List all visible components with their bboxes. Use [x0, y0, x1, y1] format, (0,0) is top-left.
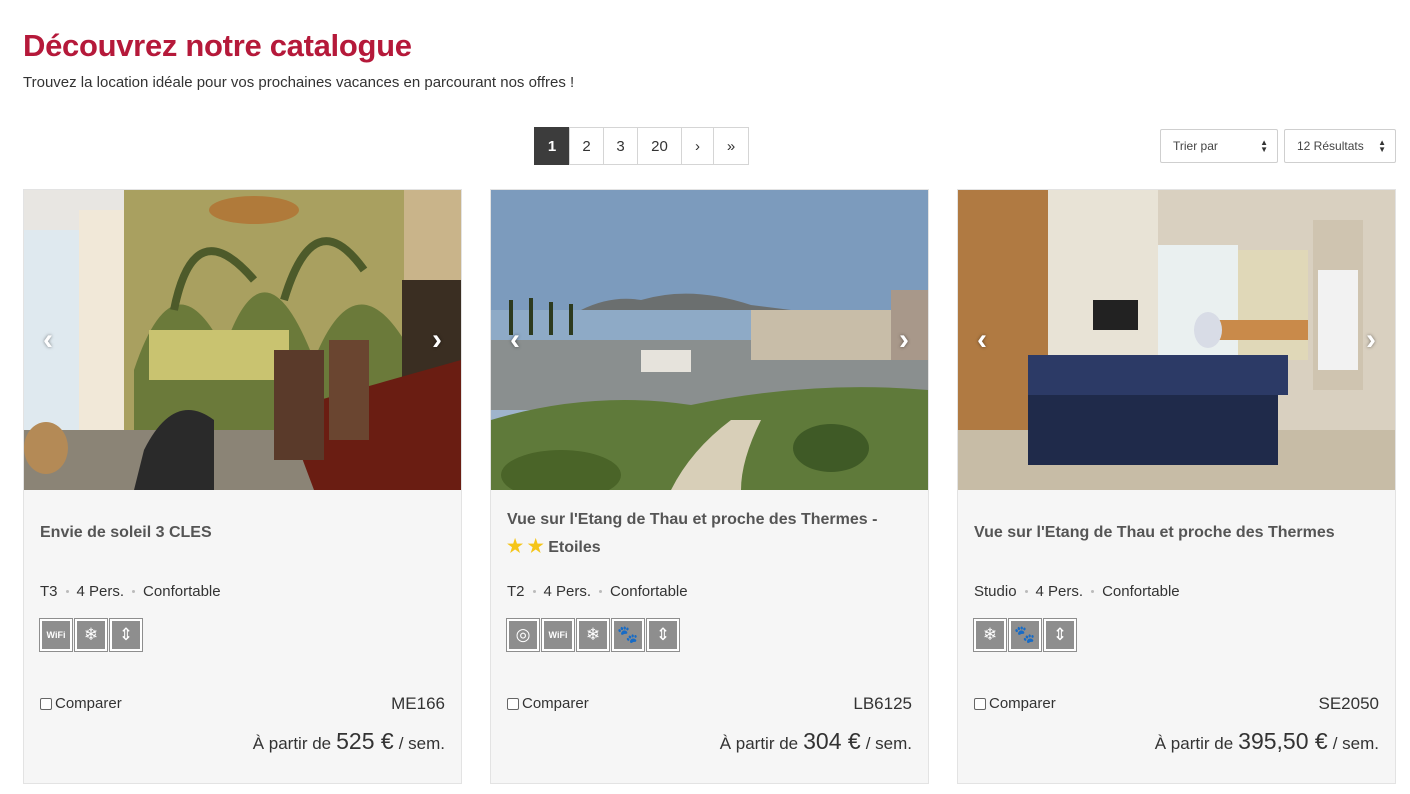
listing-card[interactable]: ‹ › Envie de soleil 3 CLES T3 4 Pers. Co… — [23, 189, 462, 784]
listing-title[interactable]: Vue sur l'Etang de Thau et proche des Th… — [974, 520, 1379, 546]
listing-title-text: Vue sur l'Etang de Thau et proche des Th… — [507, 511, 878, 528]
listing-meta: T2 4 Pers. Confortable — [507, 583, 688, 600]
next-page-button[interactable]: › — [681, 127, 714, 165]
page-2-button[interactable]: 2 — [569, 127, 604, 165]
select-arrows-icon: ▲ ▼ — [1260, 138, 1268, 154]
price-amount: 525 € — [336, 728, 394, 754]
listing-reference: SE2050 — [1318, 694, 1380, 713]
listing-comfort: Confortable — [143, 583, 221, 600]
price-prefix: À partir de — [252, 734, 332, 753]
listing-type: Studio — [974, 583, 1017, 600]
elevator-icon: ⇕ — [646, 618, 680, 652]
listing-title[interactable]: Envie de soleil 3 CLES — [40, 520, 445, 546]
wifi-icon: WiFi — [39, 618, 73, 652]
next-photo-button[interactable]: › — [1359, 323, 1383, 357]
compare-checkbox[interactable]: Comparer — [507, 695, 589, 712]
elevator-icon: ⇕ — [1043, 618, 1077, 652]
price-prefix: À partir de — [719, 734, 799, 753]
amenities: ◎ WiFi ❄ 🐾 ⇕ — [506, 618, 680, 652]
amenities: WiFi ❄ ⇕ — [39, 618, 143, 652]
last-page-button[interactable]: » — [713, 127, 749, 165]
listing-photo[interactable]: ‹ › — [491, 190, 928, 490]
compare-checkbox[interactable]: Comparer — [40, 695, 122, 712]
listing-capacity: 4 Pers. — [543, 583, 592, 600]
page-title: Découvrez notre catalogue — [23, 28, 412, 63]
page-3-button[interactable]: 3 — [603, 127, 638, 165]
select-arrows-icon: ▲ ▼ — [1378, 138, 1386, 154]
listing-type: T2 — [507, 583, 525, 600]
checkbox-box[interactable] — [40, 697, 52, 710]
price-suffix: / sem. — [398, 734, 445, 753]
listing-comfort: Confortable — [610, 583, 688, 600]
compare-checkbox[interactable]: Comparer — [974, 695, 1056, 712]
price-amount: 304 € — [803, 728, 861, 754]
separator-dot — [599, 590, 603, 593]
results-select-label: 12 Résultats — [1297, 139, 1364, 153]
listing-reference: ME166 — [391, 694, 445, 713]
previous-photo-button[interactable]: ‹ — [970, 323, 994, 357]
page-1-button[interactable]: 1 — [534, 127, 570, 165]
living-room-photo — [24, 190, 461, 490]
compare-label: Comparer — [55, 695, 122, 712]
listing-meta: Studio 4 Pers. Confortable — [974, 583, 1180, 600]
air-conditioning-icon: ❄ — [576, 618, 610, 652]
results-per-page-select[interactable]: 12 Résultats ▲ ▼ — [1284, 129, 1396, 163]
listing-photo[interactable]: ‹ › — [24, 190, 461, 490]
listing-title-suffix: Etoiles — [548, 539, 601, 556]
price-suffix: / sem. — [1332, 734, 1379, 753]
sort-select-label: Trier par — [1173, 139, 1218, 153]
air-conditioning-icon: ❄ — [973, 618, 1007, 652]
listing-card[interactable]: ‹ › Vue sur l'Etang de Thau et proche de… — [490, 189, 929, 784]
star-icon: ★ — [527, 536, 544, 556]
separator-dot — [65, 590, 69, 593]
listing-capacity: 4 Pers. — [1035, 583, 1084, 600]
compare-label: Comparer — [989, 695, 1056, 712]
star-icon: ★ — [507, 536, 524, 556]
separator-dot — [1024, 590, 1028, 593]
listing-comfort: Confortable — [1102, 583, 1180, 600]
separator-dot — [532, 590, 536, 593]
washing-machine-icon: ◎ — [506, 618, 540, 652]
checkbox-box[interactable] — [974, 697, 986, 710]
separator-dot — [132, 590, 136, 593]
next-photo-button[interactable]: › — [892, 323, 916, 357]
price-amount: 395,50 € — [1238, 728, 1328, 754]
elevator-icon: ⇕ — [109, 618, 143, 652]
listing-capacity: 4 Pers. — [76, 583, 125, 600]
next-photo-button[interactable]: › — [425, 323, 449, 357]
separator-dot — [1091, 590, 1095, 593]
checkbox-box[interactable] — [507, 697, 519, 710]
listing-card[interactable]: ‹ › Vue sur l'Etang de Thau et proche de… — [957, 189, 1396, 784]
price-suffix: / sem. — [865, 734, 912, 753]
sort-select[interactable]: Trier par ▲ ▼ — [1160, 129, 1278, 163]
listing-photo[interactable]: ‹ › — [958, 190, 1395, 490]
listing-price: À partir de 395,50 € / sem. — [1155, 728, 1379, 755]
page-subtitle: Trouvez la location idéale pour vos proc… — [23, 74, 575, 91]
listing-meta: T3 4 Pers. Confortable — [40, 583, 221, 600]
listing-title[interactable]: Vue sur l'Etang de Thau et proche des Th… — [507, 507, 912, 561]
wifi-icon: WiFi — [541, 618, 575, 652]
air-conditioning-icon: ❄ — [74, 618, 108, 652]
studio-room-photo — [958, 190, 1395, 490]
compare-label: Comparer — [522, 695, 589, 712]
pets-allowed-icon: 🐾 — [1008, 618, 1042, 652]
amenities: ❄ 🐾 ⇕ — [973, 618, 1077, 652]
previous-photo-button[interactable]: ‹ — [503, 323, 527, 357]
listing-reference: LB6125 — [853, 694, 912, 713]
listing-price: À partir de 304 € / sem. — [720, 728, 912, 755]
lagoon-view-photo — [491, 190, 928, 490]
page-20-button[interactable]: 20 — [637, 127, 682, 165]
price-prefix: À partir de — [1154, 734, 1234, 753]
previous-photo-button[interactable]: ‹ — [36, 323, 60, 357]
listing-price: À partir de 525 € / sem. — [253, 728, 445, 755]
listing-type: T3 — [40, 583, 58, 600]
pagination: 1 2 3 20 › » — [534, 127, 749, 165]
pets-allowed-icon: 🐾 — [611, 618, 645, 652]
